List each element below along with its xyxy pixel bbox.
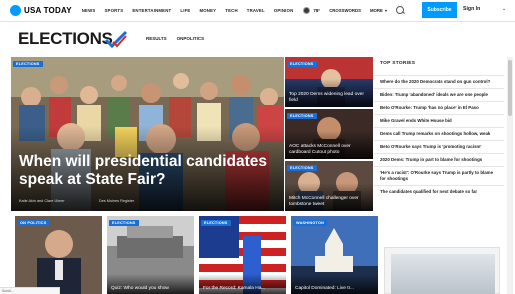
subnav-results[interactable]: RESULTS (146, 36, 167, 41)
side-story-caption[interactable]: Top 2020 Dems widening lead over field (289, 92, 369, 104)
top-stories-panel: TOP STORIES Where do the 2020 Democrats … (374, 57, 507, 247)
top-stories-title: TOP STORIES (380, 61, 416, 66)
nav-link-opinion[interactable]: OPINION (274, 8, 294, 13)
subnav-onpolitics[interactable]: ONPOLITICS (177, 36, 205, 41)
nav-link-entertainment[interactable]: ENTERTAINMENT (132, 8, 171, 13)
section-header: ELECTIONS RESULTS ONPOLITICS (0, 23, 515, 56)
elections-checkmark-icon (104, 30, 128, 49)
card-badge[interactable]: ELECTIONS (109, 220, 139, 226)
weather-moon-icon (303, 7, 311, 14)
card-badge[interactable]: ON POLITICS (17, 220, 50, 226)
nav-link-life[interactable]: LIFE (180, 8, 190, 13)
hero-story[interactable]: ELECTIONS When will presidential candida… (11, 57, 284, 211)
list-item[interactable]: Mike Gravel ends White House bid (374, 114, 504, 127)
chevron-down-icon[interactable]: ⌄ (502, 6, 506, 12)
story-card-3[interactable]: ELECTIONS For the Record: Kamala Ha... (199, 216, 286, 294)
weather-temperature: 78° (313, 8, 321, 13)
side-story-caption[interactable]: Mitch McConnell challenger over tombston… (289, 196, 369, 208)
side-story-1[interactable]: ELECTIONS Top 2020 Dems widening lead ov… (285, 57, 373, 107)
story-card-2[interactable]: ELECTIONS Quiz: Who would you show (107, 216, 194, 294)
nav-link-tech[interactable]: TECH (225, 8, 238, 13)
secondary-nav: CROSSWORDS MORE ▾ (329, 6, 405, 15)
list-item[interactable]: The candidates qualified for next debate… (374, 185, 504, 198)
story-card-1[interactable]: ON POLITICS (15, 216, 102, 294)
logo-circle-icon (10, 5, 21, 16)
nav-link-travel[interactable]: TRAVEL (247, 8, 265, 13)
section-subnav: RESULTS ONPOLITICS (146, 36, 214, 41)
advertisement-box[interactable] (384, 247, 500, 294)
side-story-3[interactable]: ELECTIONS Mitch McConnell challenger ove… (285, 161, 373, 211)
nav-link-news[interactable]: NEWS (82, 8, 96, 13)
card-caption[interactable]: For the Record: Kamala Ha... (203, 286, 283, 292)
nav-link-sports[interactable]: SPORTS (104, 8, 123, 13)
primary-nav: NEWS SPORTS ENTERTAINMENT LIFE MONEY TEC… (82, 8, 303, 13)
list-item[interactable]: Biden: Trump 'abandoned' ideals we are o… (374, 88, 504, 101)
weather-widget[interactable]: 78° (303, 7, 320, 14)
list-item[interactable]: Beto O'Rourke says Trump is 'promoting r… (374, 140, 504, 153)
nav-link-money[interactable]: MONEY (199, 8, 216, 13)
subscribe-button[interactable]: Subscribe (422, 2, 457, 18)
card-badge[interactable]: ELECTIONS (201, 220, 231, 226)
list-item[interactable]: Where do the 2020 Democrats stand on gun… (374, 75, 504, 88)
list-item[interactable]: Dems call Trump remarks on shootings hol… (374, 127, 504, 140)
side-story-badge[interactable]: ELECTIONS (287, 113, 317, 119)
list-item[interactable]: 2020 Dems: Trump in part to blame for sh… (374, 153, 504, 166)
hero-source: Des Moines Register (99, 199, 135, 203)
side-story-badge[interactable]: ELECTIONS (287, 61, 317, 67)
top-stories-list: Where do the 2020 Democrats stand on gun… (374, 75, 504, 198)
side-story-badge[interactable]: ELECTIONS (287, 165, 317, 171)
card-caption[interactable]: Capitol Dominated: Live tr... (295, 286, 375, 292)
usatoday-logo[interactable]: USA TODAY (10, 5, 72, 16)
hero-category-badge[interactable]: ELECTIONS (13, 61, 43, 67)
nav-link-more[interactable]: MORE (370, 8, 383, 13)
search-icon[interactable] (396, 6, 405, 15)
card-caption[interactable]: Quiz: Who would you show (111, 286, 191, 292)
sign-in-link[interactable]: Sign In (463, 6, 480, 12)
card-photo (15, 216, 102, 294)
chevron-down-icon[interactable]: ▾ (385, 8, 387, 14)
section-title[interactable]: ELECTIONS (18, 29, 113, 49)
status-bar: Scroll... (0, 287, 60, 294)
list-item[interactable]: 'He's a racist': O'Rourke says Trump is … (374, 166, 504, 185)
nav-link-crosswords[interactable]: CROSSWORDS (329, 8, 361, 13)
card-badge[interactable]: WASHINGTON (293, 220, 328, 226)
logo-text: USA TODAY (24, 6, 72, 15)
hero-byline: Katie Akin and Clare Ulmer (19, 199, 65, 203)
scrollbar-thumb[interactable] (508, 60, 512, 116)
side-story-2[interactable]: ELECTIONS AOC attacks McConnell over car… (285, 109, 373, 159)
side-story-caption[interactable]: AOC attacks McConnell over cardboard Cut… (289, 144, 369, 156)
advertisement-image (391, 254, 495, 294)
hero-headline[interactable]: When will presidential candidates speak … (19, 153, 281, 189)
story-card-4[interactable]: WASHINGTON Capitol Dominated: Live tr... (291, 216, 378, 294)
list-item[interactable]: Beto O'Rourke: Trump 'has no place' in E… (374, 101, 504, 114)
top-navigation: USA TODAY NEWS SPORTS ENTERTAINMENT LIFE… (0, 0, 515, 22)
